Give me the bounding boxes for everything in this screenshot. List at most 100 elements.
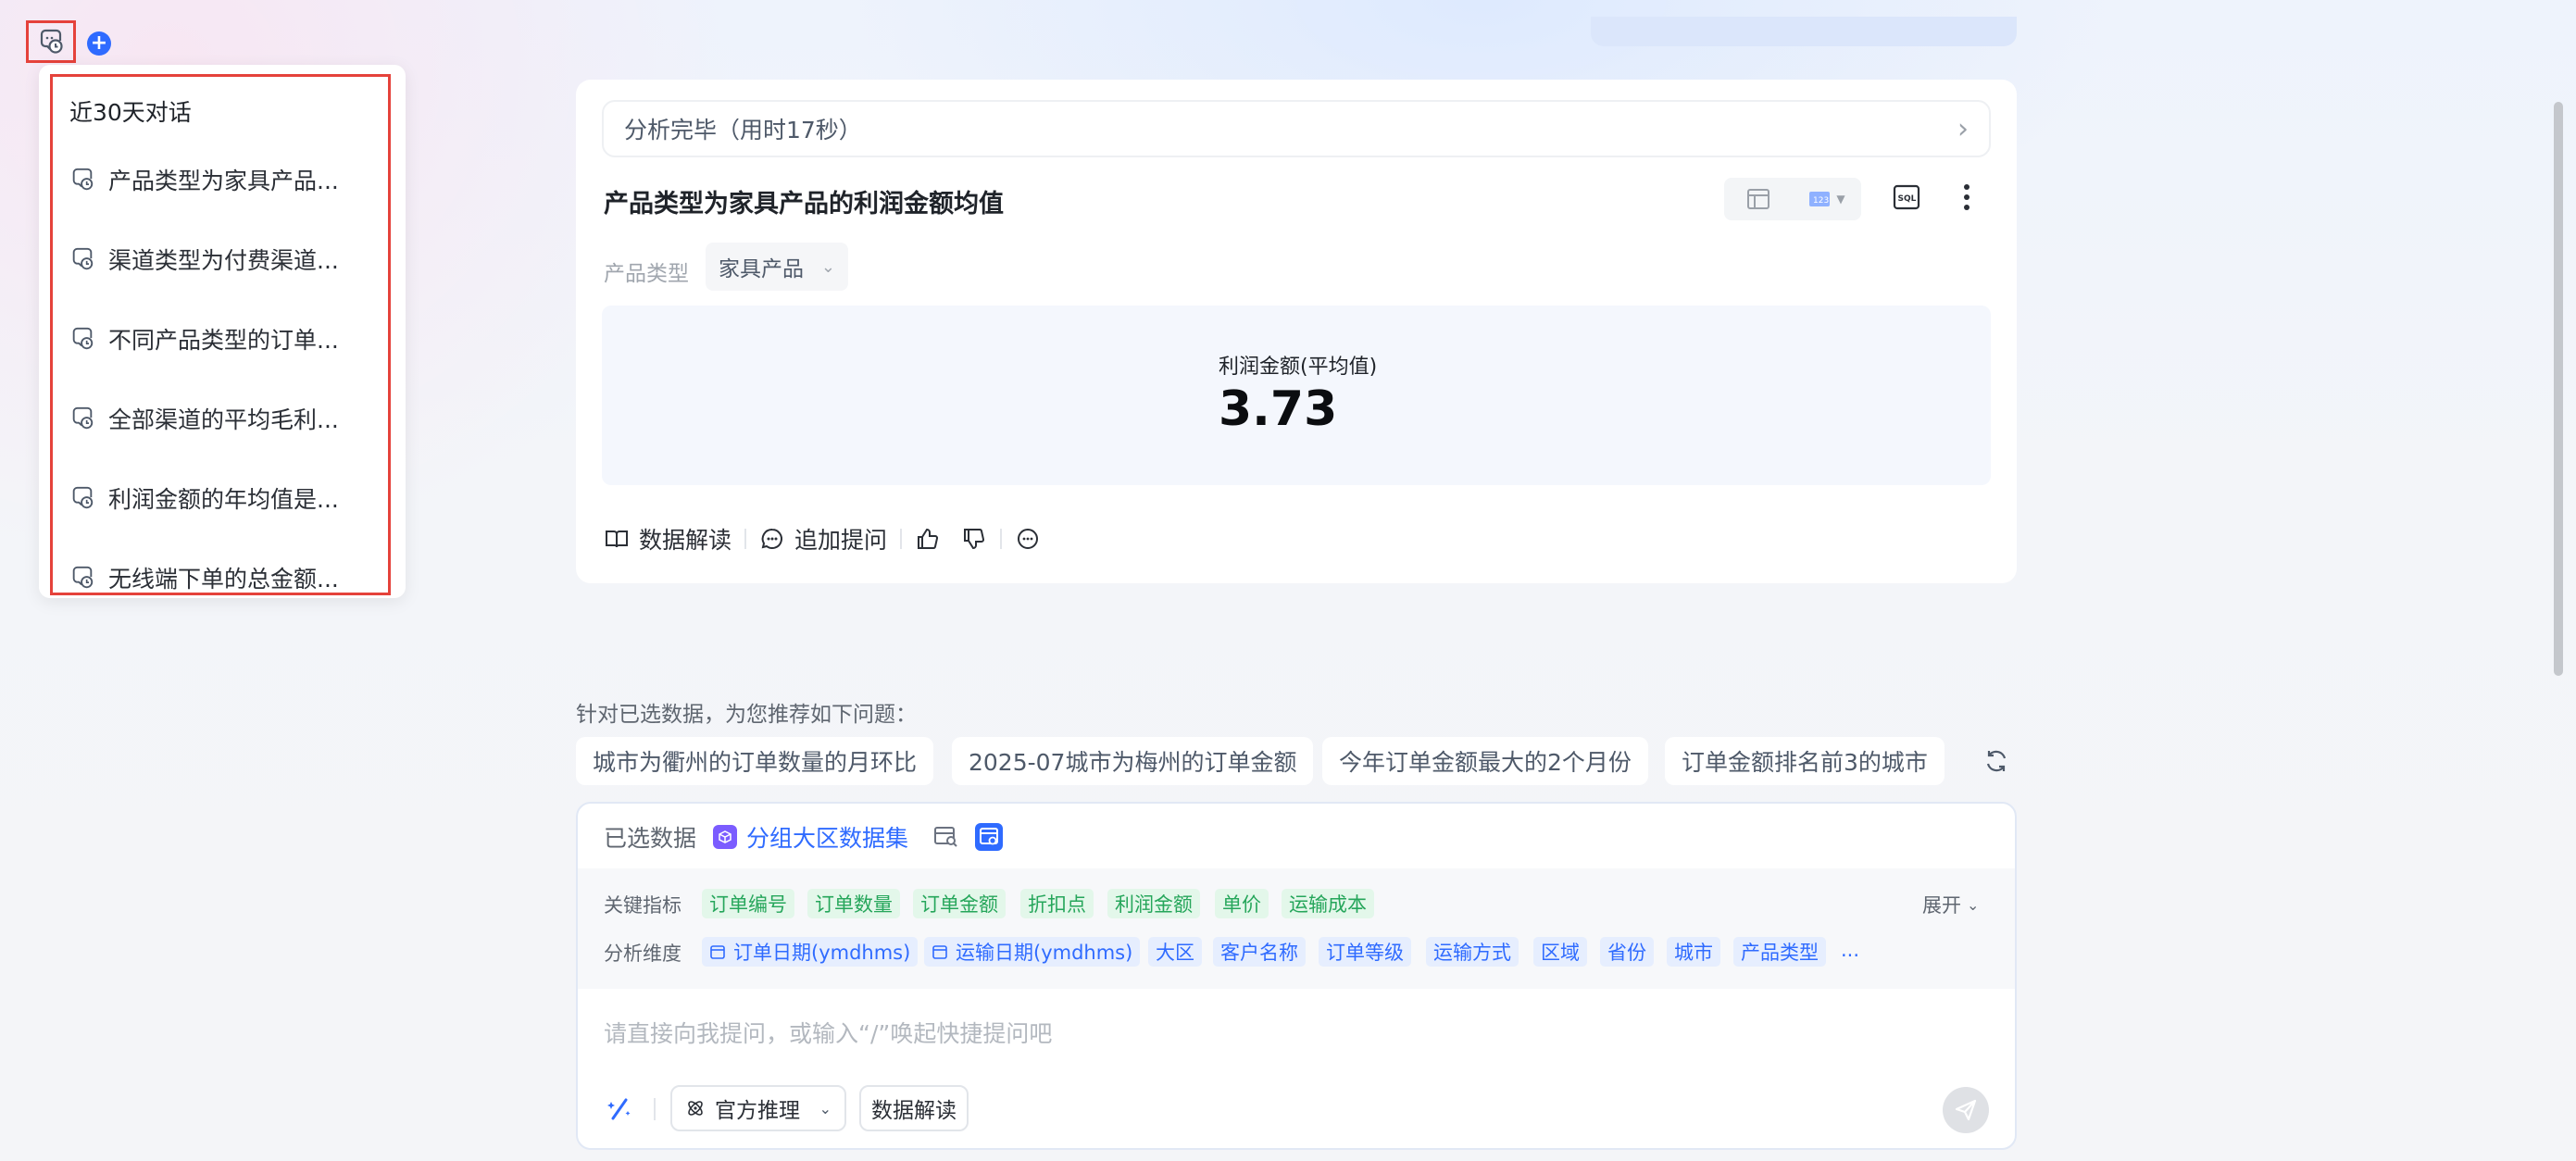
suggestion-chip[interactable]: 订单金额排名前3的城市: [1665, 737, 1945, 785]
dimension-tag[interactable]: 区域: [1533, 937, 1587, 967]
dimension-tag[interactable]: 订单日期(ymdhms): [702, 937, 919, 967]
suggestions-heading: 针对已选数据，为您推荐如下问题：: [576, 703, 917, 727]
history-item-label: 利润金额的年均值是...: [108, 486, 339, 513]
followup-question-button[interactable]: 追加提问: [759, 522, 887, 556]
more-actions-button[interactable]: [1015, 526, 1041, 552]
divider: [1000, 529, 1003, 549]
expand-button[interactable]: 展开 ⌄: [1922, 891, 1979, 918]
chat-history-icon: [72, 486, 94, 509]
thumbs-down-button[interactable]: [961, 526, 987, 552]
more-dimensions[interactable]: ...: [1841, 939, 1859, 961]
chat-history-icon: [72, 168, 94, 191]
dimension-tag[interactable]: 运输方式: [1426, 937, 1519, 967]
suggestion-chip[interactable]: 城市为衢州的订单数量的月环比: [576, 737, 934, 785]
calendar-icon: [710, 945, 725, 959]
table-view-button[interactable]: [1724, 178, 1793, 220]
svg-text:SQL: SQL: [1898, 194, 1917, 204]
metric-tag[interactable]: 运输成本: [1282, 889, 1374, 918]
history-item[interactable]: 渠道类型为付费渠道...: [69, 243, 339, 276]
send-button[interactable]: [1943, 1087, 1989, 1133]
chat-history-icon: [72, 406, 94, 430]
dimension-tag-label: 订单日期(ymdhms): [733, 942, 911, 964]
metric-tag[interactable]: 订单数量: [807, 889, 900, 918]
chevron-down-icon: ⌄: [820, 256, 835, 277]
dimension-tag[interactable]: 客户名称: [1213, 937, 1306, 967]
magic-wand-button[interactable]: [606, 1094, 633, 1122]
dimension-tag[interactable]: 订单等级: [1319, 937, 1411, 967]
dataset-name[interactable]: 分组大区数据集: [746, 820, 908, 854]
history-item[interactable]: 利润金额的年均值是...: [69, 481, 339, 515]
data-interpret-toggle[interactable]: 数据解读: [859, 1085, 969, 1131]
data-interpret-button[interactable]: 数据解读: [604, 522, 732, 556]
thumbs-up-button[interactable]: [915, 526, 941, 552]
refresh-icon: [1986, 750, 2007, 772]
dimension-tag[interactable]: 城市: [1667, 937, 1720, 967]
analysis-status-text: 分析完毕（用时17秒）: [624, 117, 862, 144]
page-scrollbar[interactable]: [2554, 102, 2563, 676]
chat-history-icon: [72, 327, 94, 350]
selected-dataset-row: 已选数据 分组大区数据集: [604, 818, 1018, 855]
book-icon: [606, 531, 628, 548]
svg-text:123: 123: [1813, 196, 1829, 206]
metric-card-icon: 123: [1809, 192, 1831, 206]
chevron-down-icon: ⌄: [1967, 895, 1980, 914]
thumbs-down-icon: [964, 529, 985, 550]
data-interpret-label: 数据解读: [639, 527, 732, 554]
history-item-label: 渠道类型为付费渠道...: [108, 247, 339, 274]
metric-label: 利润金额(平均值): [1219, 356, 1378, 379]
metric-tag[interactable]: 单价: [1215, 889, 1269, 918]
metric-tag[interactable]: 订单编号: [702, 889, 794, 918]
suggestion-chip[interactable]: 2025-07城市为梅州的订单金额: [952, 737, 1314, 785]
send-icon: [1955, 1099, 1977, 1121]
new-chat-button[interactable]: +: [87, 31, 111, 56]
reasoning-mode-dropdown[interactable]: 官方推理 ⌄: [670, 1085, 846, 1131]
more-options-icon[interactable]: [1957, 181, 1976, 213]
question-input[interactable]: [604, 1013, 1974, 1054]
selected-data-label: 已选数据: [604, 825, 697, 852]
chart-type-dropdown[interactable]: 123 ▼: [1793, 178, 1861, 220]
metric-tag[interactable]: 利润金额: [1107, 889, 1200, 918]
history-item-label: 产品类型为家具产品...: [108, 168, 339, 194]
table-search-icon: [934, 827, 957, 847]
top-bar: [1591, 17, 2017, 46]
chat-history-icon: [72, 566, 94, 589]
thumbs-up-icon: [918, 528, 939, 549]
metric-tag[interactable]: 订单金额: [913, 889, 1006, 918]
history-item[interactable]: 不同产品类型的订单...: [69, 322, 339, 356]
history-item[interactable]: 产品类型为家具产品...: [69, 163, 339, 196]
history-item-label: 无线端下单的总金额...: [108, 566, 339, 593]
chat-history-icon: [72, 247, 94, 270]
product-type-filter[interactable]: 家具产品 ⌄: [706, 243, 848, 291]
metrics-label: 关键指标: [604, 894, 682, 917]
dimension-tag[interactable]: 省份: [1600, 937, 1654, 967]
history-button[interactable]: [26, 20, 76, 63]
analysis-status-bar[interactable]: 分析完毕（用时17秒） ›: [602, 100, 1991, 157]
dataset-switch-button[interactable]: [975, 823, 1004, 851]
dimension-tag[interactable]: 大区: [1148, 937, 1202, 967]
chat-bubble-icon: [761, 528, 782, 549]
dataset-settings-icon: [980, 828, 999, 845]
dataset-preview-button[interactable]: [932, 823, 960, 851]
refresh-suggestions-button[interactable]: [1982, 746, 2011, 776]
chevron-right-icon: ›: [1957, 112, 1969, 145]
calendar-icon: [932, 945, 947, 959]
history-item-label: 全部渠道的平均毛利...: [108, 406, 339, 433]
filter-label: 产品类型: [604, 262, 689, 286]
dimension-tag[interactable]: 运输日期(ymdhms): [924, 937, 1141, 967]
more-circle-icon: [1018, 529, 1039, 549]
followup-label: 追加提问: [794, 527, 888, 554]
magic-wand-icon: [607, 1098, 631, 1120]
chevron-down-icon: ⌄: [819, 1099, 832, 1117]
suggestion-chip[interactable]: 今年订单金额最大的2个月份: [1322, 737, 1648, 785]
atom-icon: [688, 1101, 703, 1116]
history-title: 近30天对话: [69, 99, 192, 126]
view-switch: 123 ▼: [1724, 178, 1861, 220]
dimension-tag[interactable]: 产品类型: [1733, 937, 1826, 967]
history-item[interactable]: 无线端下单的总金额...: [69, 561, 339, 594]
toolbar-divider: [654, 1098, 656, 1120]
caret-down-icon: ▼: [1836, 193, 1845, 206]
sql-button[interactable]: SQL: [1893, 183, 1920, 211]
filter-value: 家具产品: [719, 257, 804, 281]
history-item[interactable]: 全部渠道的平均毛利...: [69, 402, 339, 435]
metric-tag[interactable]: 折扣点: [1020, 889, 1094, 918]
